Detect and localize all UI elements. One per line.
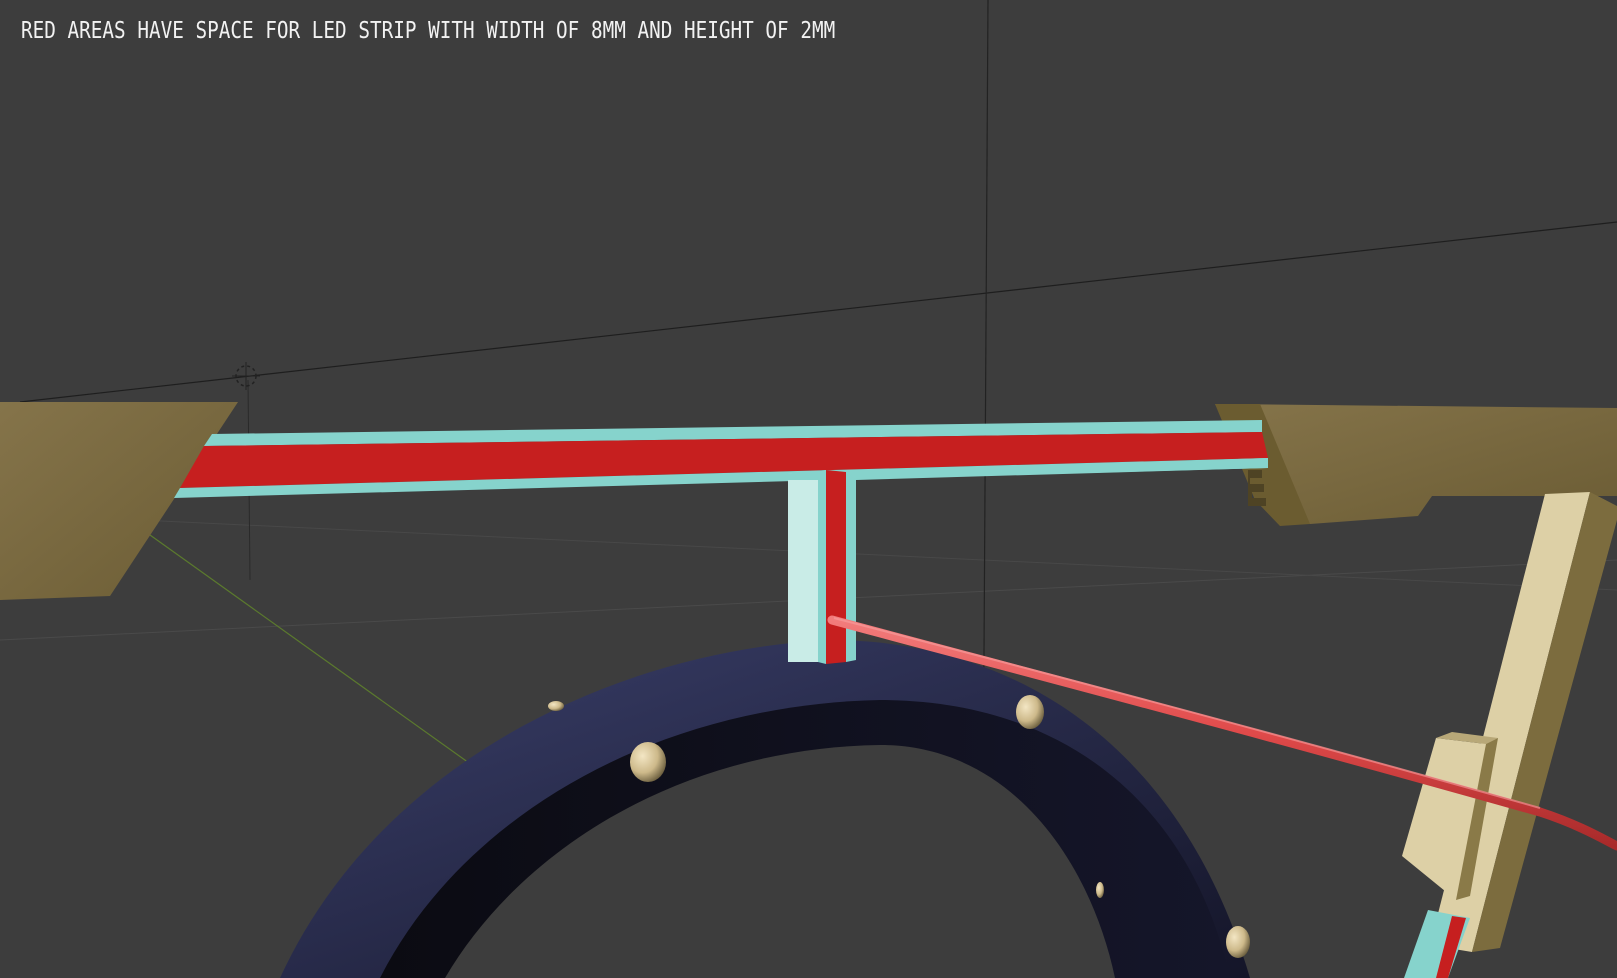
left-mount-bracket[interactable] bbox=[0, 402, 238, 600]
bolt-hole bbox=[1096, 882, 1104, 898]
3d-viewport[interactable]: RED AREAS HAVE SPACE FOR LED STRIP WITH … bbox=[0, 0, 1617, 978]
channel-stem-wall-left bbox=[788, 472, 818, 662]
t-channel[interactable] bbox=[174, 420, 1268, 664]
viewport-caption: RED AREAS HAVE SPACE FOR LED STRIP WITH … bbox=[21, 18, 836, 44]
viewport-scene[interactable] bbox=[0, 0, 1617, 978]
led-strip-vertical[interactable] bbox=[826, 470, 846, 664]
3d-cursor-icon[interactable] bbox=[232, 362, 260, 390]
bolt-hole bbox=[1226, 926, 1250, 958]
channel-stem-wall-left-edge bbox=[818, 470, 826, 664]
bolt-hole bbox=[630, 742, 666, 782]
grid-line bbox=[19, 221, 1617, 403]
grid-line bbox=[139, 519, 1617, 591]
bolt-hole bbox=[1016, 695, 1044, 729]
channel-stem-wall-right bbox=[846, 470, 856, 662]
bolt-hole bbox=[548, 701, 564, 711]
